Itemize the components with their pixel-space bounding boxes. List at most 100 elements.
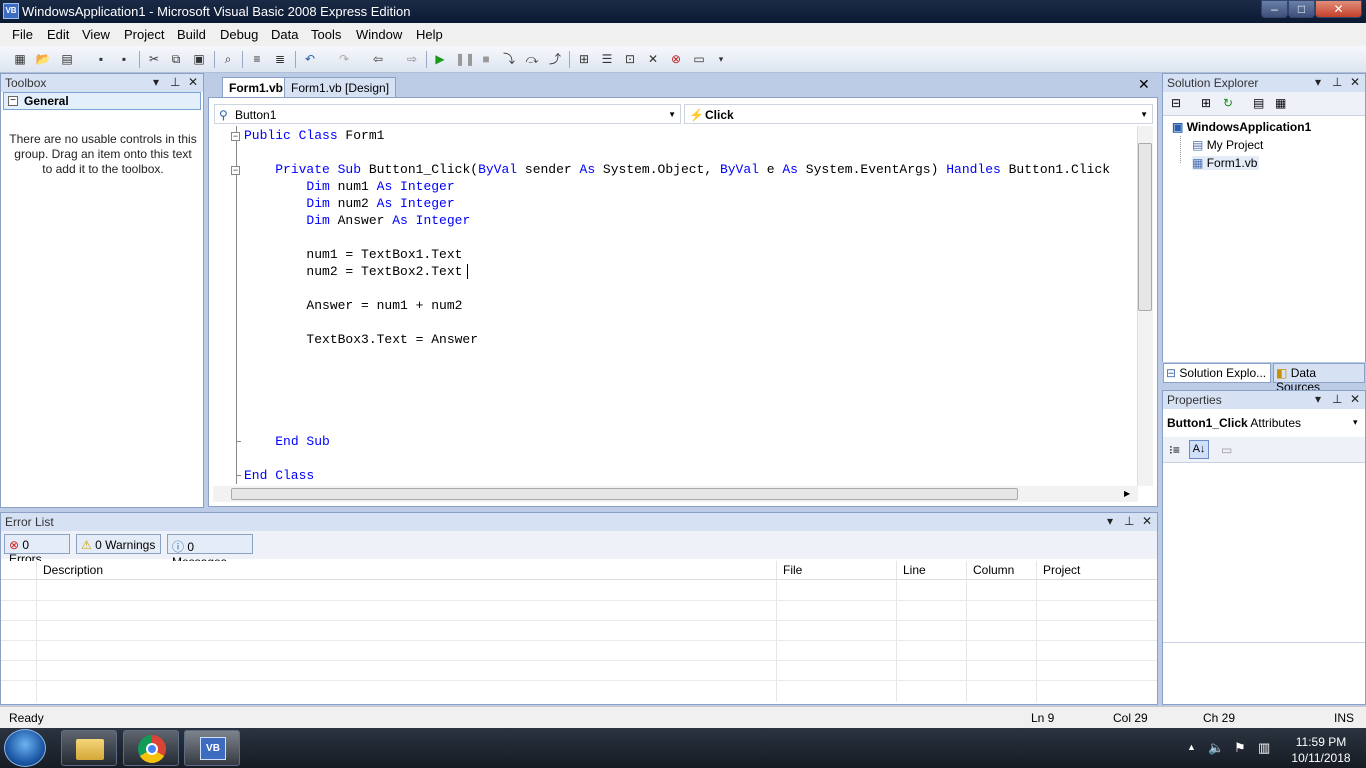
open-file-icon[interactable]: 📂 (35, 51, 51, 67)
class-name-dropdown[interactable]: ⚲ Button1 ▼ (214, 104, 681, 124)
horizontal-scroll-thumb[interactable] (231, 488, 1018, 500)
column-file[interactable]: File (783, 563, 802, 577)
step-into-icon[interactable]: ⤵ (501, 51, 517, 67)
close-window-button[interactable]: ✕ (1315, 0, 1362, 18)
code-line[interactable]: Private Sub Button1_Click(ByVal sender A… (244, 161, 1110, 178)
props-close-icon[interactable]: ✕ (1350, 392, 1360, 406)
properties-icon[interactable]: ⊟ (1171, 96, 1181, 110)
navigate-forward-icon[interactable]: ⇨ (404, 51, 420, 67)
vb-app-icon[interactable]: VB (3, 3, 19, 19)
menu-view[interactable]: View (82, 27, 110, 42)
toolbox-close-icon[interactable]: ✕ (188, 75, 198, 89)
errors-filter-button[interactable]: ⊗ 0 Errors (4, 534, 70, 566)
new-project-icon[interactable]: ▦ (12, 51, 28, 67)
toolbar-overflow-icon[interactable]: ▾ (713, 51, 729, 67)
pause-icon[interactable]: ❚❚ (455, 51, 475, 67)
start-page-icon[interactable]: ▭ (691, 51, 707, 67)
code-line[interactable]: num1 = TextBox1.Text (244, 246, 462, 263)
properties-icon[interactable]: ☰ (599, 51, 615, 67)
menu-data[interactable]: Data (271, 27, 298, 42)
undo-icon[interactable]: ↶ (302, 51, 318, 67)
chevron-down-icon[interactable]: ▼ (1140, 110, 1148, 119)
code-line[interactable]: Dim num1 As Integer (244, 178, 454, 195)
categorized-icon[interactable]: ⁝≡ (1169, 443, 1180, 457)
properties-object-selector[interactable]: Button1_Click Attributes ▾ (1163, 412, 1365, 434)
refresh-icon[interactable]: ↻ (1223, 96, 1233, 110)
method-name-dropdown[interactable]: ⚡ Click ▼ (684, 104, 1153, 124)
view-code-icon[interactable]: ▤ (1253, 96, 1264, 110)
tree-item-my-project[interactable]: ▤ My Project (1192, 138, 1263, 152)
chevron-down-icon[interactable]: ▾ (1353, 417, 1358, 428)
uncomment-icon[interactable]: ≣ (272, 51, 288, 67)
tab-form1-design[interactable]: Form1.vb [Design] (284, 77, 397, 98)
column-column[interactable]: Column (973, 563, 1014, 577)
code-line[interactable]: Dim Answer As Integer (244, 212, 470, 229)
comment-icon[interactable]: ≡ (249, 51, 265, 67)
error-list-icon[interactable]: ⊗ (668, 51, 684, 67)
toolbox-icon[interactable]: ✕ (645, 51, 661, 67)
solution-explorer-icon[interactable]: ⊞ (576, 51, 592, 67)
tab-solution-explorer[interactable]: ⊟ Solution Explo... (1163, 363, 1271, 383)
volume-icon[interactable]: 🔈 (1208, 740, 1224, 756)
vertical-scroll-thumb[interactable] (1138, 143, 1152, 311)
code-line[interactable]: TextBox3.Text = Answer (244, 331, 478, 348)
menu-edit[interactable]: Edit (47, 27, 69, 42)
add-item-icon[interactable]: ▤ (59, 51, 75, 67)
column-description[interactable]: Description (43, 563, 103, 577)
find-icon[interactable]: ⌕ (220, 51, 236, 67)
show-all-files-icon[interactable]: ⊞ (1201, 96, 1211, 110)
view-designer-icon[interactable]: ▦ (1275, 96, 1286, 110)
code-line[interactable]: End Sub (244, 433, 330, 450)
copy-icon[interactable]: ⧉ (168, 51, 184, 67)
toolbox-group-general[interactable]: − General (3, 92, 201, 110)
property-pages-icon[interactable]: ▭ (1221, 443, 1232, 457)
toolbox-empty-message[interactable]: There are no usable controls in this gro… (8, 132, 198, 177)
menu-file[interactable]: File (12, 27, 33, 42)
errorlist-pin-icon[interactable]: ⊥ (1124, 514, 1134, 528)
object-browser-icon[interactable]: ⊡ (622, 51, 638, 67)
tab-form1-vb[interactable]: Form1.vb (222, 77, 291, 98)
code-line[interactable]: End Class (244, 467, 314, 484)
step-out-icon[interactable]: ⤴ (547, 51, 563, 67)
code-line[interactable]: num2 = TextBox2.Text (244, 263, 462, 280)
messages-filter-button[interactable]: ⓘ 0 Messages (167, 534, 253, 569)
tree-item-form1[interactable]: ▦ Form1.vb (1192, 156, 1260, 170)
scroll-right-icon[interactable]: ▶ (1124, 489, 1130, 498)
menu-tools[interactable]: Tools (311, 27, 341, 42)
tab-data-sources[interactable]: ◧ Data Sources (1273, 363, 1365, 394)
network-icon[interactable]: ▥ (1258, 740, 1270, 756)
stop-icon[interactable]: ■ (478, 51, 494, 67)
taskbar-chrome[interactable] (123, 730, 179, 766)
save-icon[interactable]: ▪ (93, 51, 109, 67)
column-project[interactable]: Project (1043, 563, 1080, 577)
props-dropdown-icon[interactable]: ▾ (1315, 392, 1321, 406)
tree-item-solution[interactable]: ▣ WindowsApplication1 (1172, 120, 1311, 134)
se-pin-icon[interactable]: ⊥ (1332, 75, 1342, 89)
maximize-button[interactable]: □ (1288, 0, 1315, 18)
errorlist-dropdown-icon[interactable]: ▾ (1107, 514, 1113, 528)
cut-icon[interactable]: ✂ (146, 51, 162, 67)
start-button[interactable] (4, 729, 46, 767)
start-debug-icon[interactable]: ▶ (432, 51, 448, 67)
toolbox-pin-icon[interactable]: ⊥ (170, 75, 180, 89)
column-line[interactable]: Line (903, 563, 926, 577)
menu-help[interactable]: Help (416, 27, 443, 42)
chevron-down-icon[interactable]: ▼ (668, 110, 676, 119)
action-center-icon[interactable]: ⚑ (1234, 740, 1246, 756)
props-pin-icon[interactable]: ⊥ (1332, 392, 1342, 406)
se-dropdown-icon[interactable]: ▾ (1315, 75, 1321, 89)
se-close-icon[interactable]: ✕ (1350, 75, 1360, 89)
code-line[interactable]: Public Class Form1 (244, 127, 384, 144)
menu-build[interactable]: Build (177, 27, 206, 42)
collapse-icon[interactable]: − (8, 96, 18, 106)
redo-icon[interactable]: ↷ (336, 51, 352, 67)
menu-debug[interactable]: Debug (220, 27, 258, 42)
toolbox-dropdown-icon[interactable]: ▾ (153, 75, 159, 89)
code-line[interactable]: Dim num2 As Integer (244, 195, 454, 212)
paste-icon[interactable]: ▣ (191, 51, 207, 67)
navigate-icon[interactable]: ⇦ (370, 51, 386, 67)
code-line[interactable]: Answer = num1 + num2 (244, 297, 462, 314)
warnings-filter-button[interactable]: ⚠ 0 Warnings (76, 534, 161, 554)
menu-window[interactable]: Window (356, 27, 402, 42)
save-all-icon[interactable]: ▪ (116, 51, 132, 67)
